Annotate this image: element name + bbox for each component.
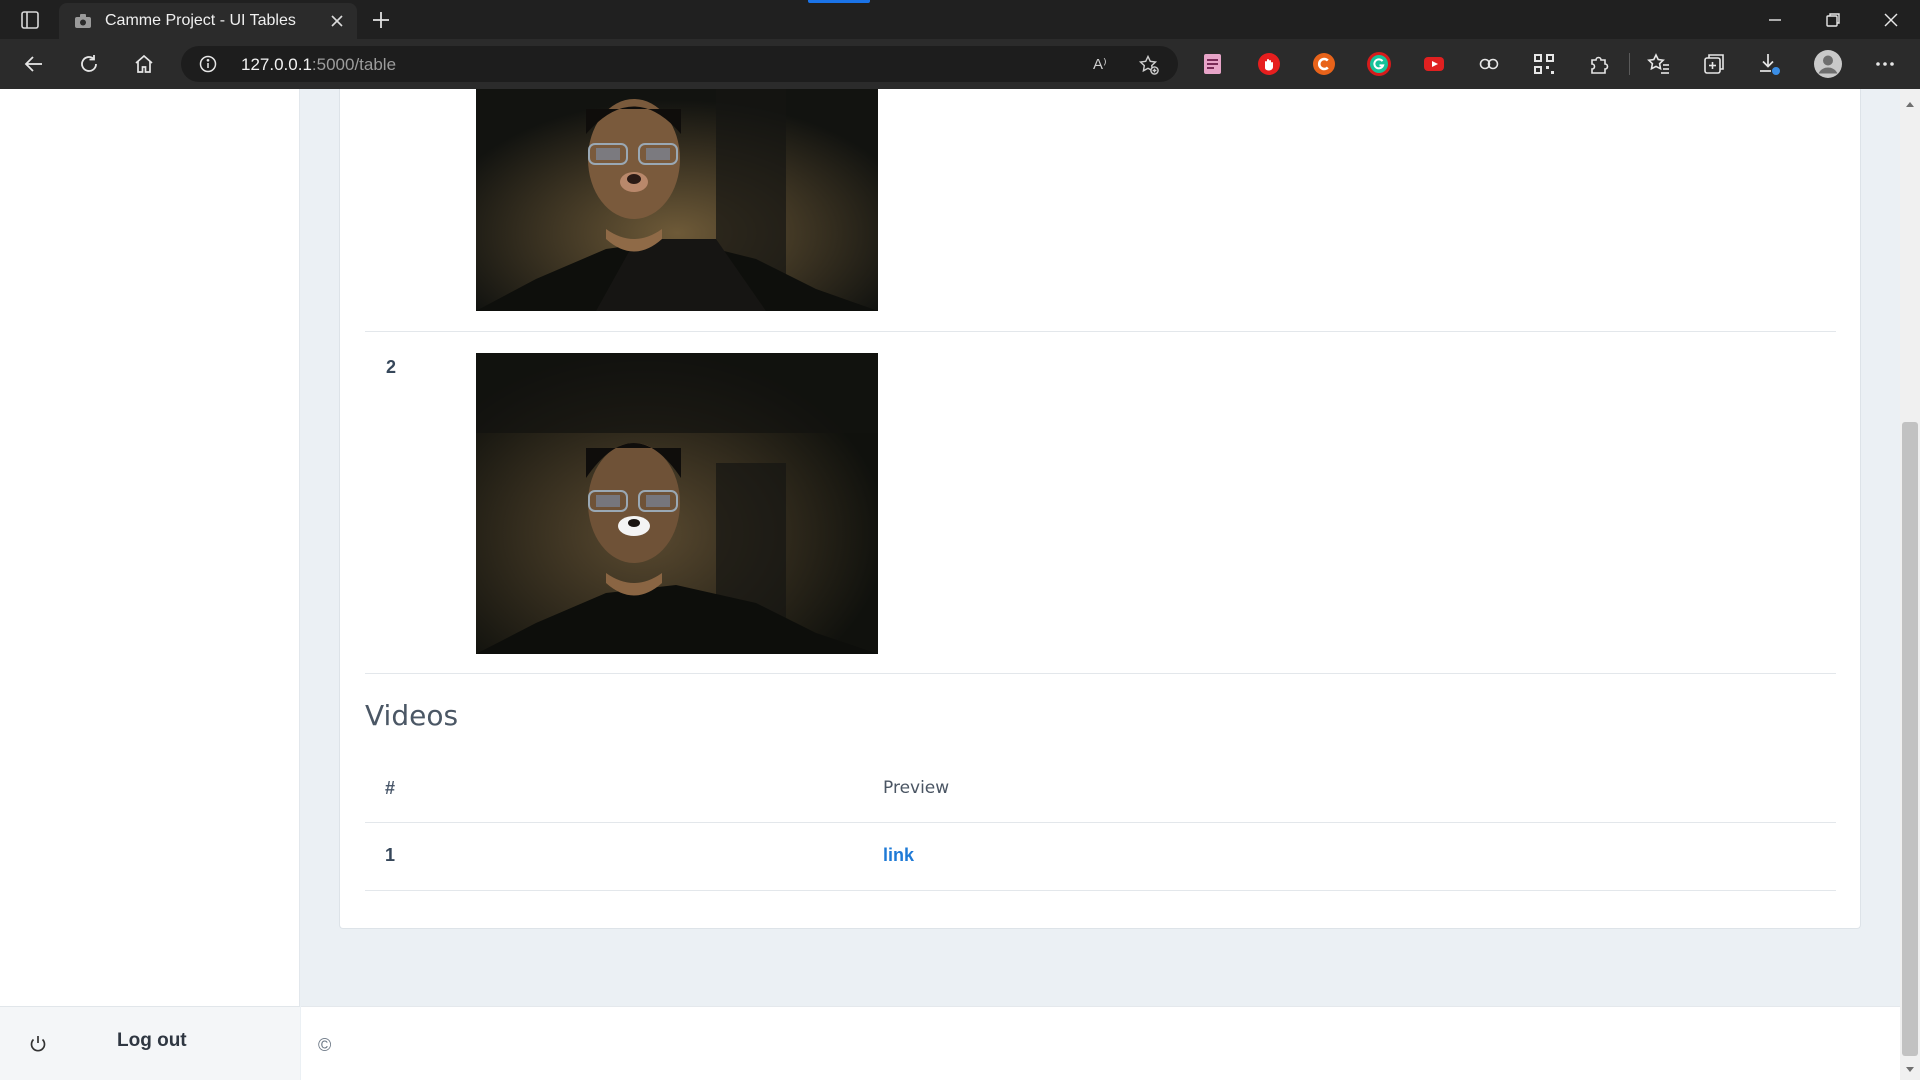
browser-toolbar: 127.0.0.1:5000/table A⁾ <box>0 39 1920 89</box>
table-row: 1 link <box>365 823 1836 891</box>
close-window-icon[interactable] <box>1879 8 1903 32</box>
scrollbar-thumb[interactable] <box>1902 422 1918 1056</box>
site-info-icon[interactable] <box>199 55 217 73</box>
grammarly-icon[interactable] <box>1366 51 1392 77</box>
tab-drag-hint <box>808 0 870 3</box>
new-tab-icon[interactable] <box>369 8 393 32</box>
header-index: # <box>385 778 396 798</box>
captured-photo-with-filter[interactable] <box>476 89 878 311</box>
camera-icon <box>75 14 91 28</box>
hand-stop-extension-icon[interactable] <box>1256 51 1282 77</box>
power-icon[interactable] <box>27 1033 49 1055</box>
toolbar-separator <box>1629 53 1630 75</box>
captured-photo-with-filter[interactable] <box>476 353 878 654</box>
extensions-puzzle-icon[interactable] <box>1586 51 1612 77</box>
copyright-text: © <box>318 1035 332 1055</box>
home-icon[interactable] <box>132 52 156 76</box>
videos-table-header: # Preview <box>365 755 1836 823</box>
browser-tab-active[interactable]: Camme Project - UI Tables <box>59 3 357 39</box>
videos-table: # Preview 1 link <box>365 755 1836 891</box>
refresh-icon[interactable] <box>77 52 101 76</box>
back-icon[interactable] <box>22 52 46 76</box>
video-preview-link[interactable]: link <box>883 845 914 866</box>
image-table-row <box>365 89 1836 332</box>
url-host: 127.0.0.1 <box>241 55 312 74</box>
translate-extension-icon[interactable] <box>1476 51 1502 77</box>
close-tab-icon[interactable] <box>329 13 345 29</box>
sidebar-footer: Log out <box>0 1006 300 1080</box>
image-table-row: 2 <box>365 332 1836 674</box>
scroll-down-arrow-icon[interactable] <box>1905 1061 1915 1072</box>
minimize-icon[interactable] <box>1763 8 1787 32</box>
videos-section-title: Videos <box>365 699 459 732</box>
pdf-extension-icon[interactable] <box>1200 51 1226 77</box>
qr-code-extension-icon[interactable] <box>1531 51 1557 77</box>
profile-avatar-icon[interactable] <box>1813 49 1843 79</box>
c-extension-icon[interactable] <box>1311 51 1337 77</box>
page-footer: © <box>301 1006 1900 1080</box>
header-preview: Preview <box>883 778 950 798</box>
read-aloud-icon[interactable]: A⁾ <box>1093 55 1115 77</box>
page-scrollbar[interactable] <box>1900 89 1920 1080</box>
tables-card: 2 Videos # Preview 1 link <box>339 89 1861 929</box>
tab-title: Camme Project - UI Tables <box>105 12 296 29</box>
restore-icon[interactable] <box>1821 8 1845 32</box>
address-bar[interactable]: 127.0.0.1:5000/table A⁾ <box>181 46 1178 82</box>
favorites-icon[interactable] <box>1646 51 1672 77</box>
row-index: 1 <box>385 845 396 865</box>
youtube-extension-icon[interactable] <box>1421 51 1447 77</box>
add-favorite-icon[interactable] <box>1138 54 1160 76</box>
sidebar <box>0 89 300 1080</box>
collections-icon[interactable] <box>1701 51 1727 77</box>
logout-button[interactable]: Log out <box>117 1030 187 1052</box>
url-path: :5000/table <box>311 55 397 74</box>
row-index: 2 <box>386 357 397 377</box>
url-text[interactable]: 127.0.0.1:5000/table <box>241 55 396 75</box>
scroll-up-arrow-icon[interactable] <box>1905 95 1915 107</box>
tab-actions-icon[interactable] <box>18 8 42 32</box>
more-options-icon[interactable] <box>1872 51 1898 77</box>
downloads-icon[interactable] <box>1756 51 1782 77</box>
browser-tab-bar: Camme Project - UI Tables <box>0 0 1920 39</box>
